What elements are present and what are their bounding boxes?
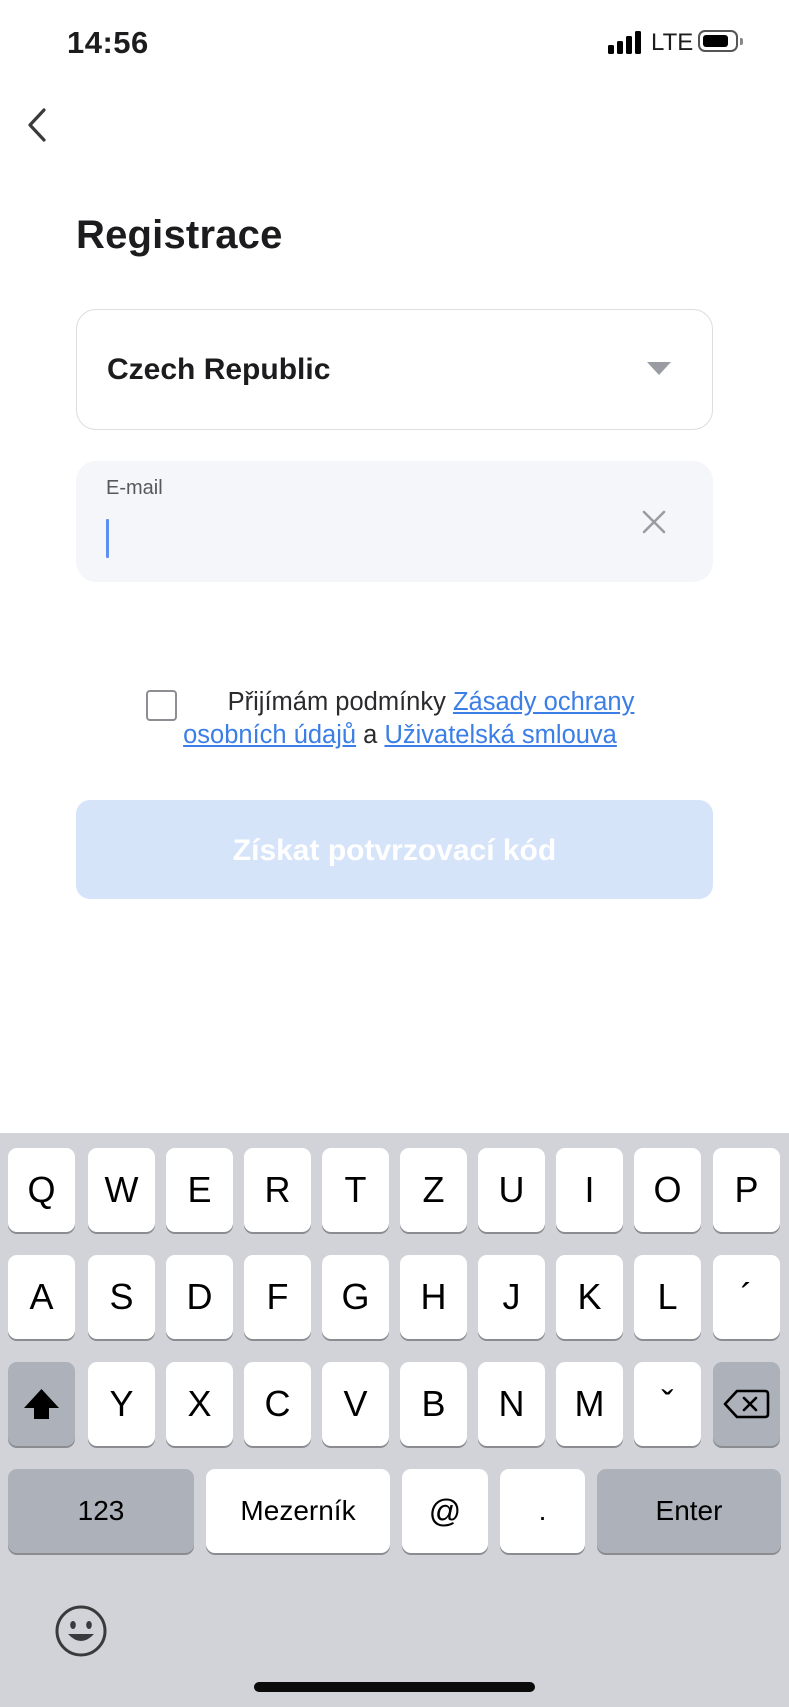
email-field-label: E-mail — [106, 477, 163, 499]
key-h[interactable]: H — [400, 1255, 467, 1339]
at-key[interactable]: @ — [402, 1469, 488, 1553]
key-x[interactable]: X — [166, 1362, 233, 1446]
country-select[interactable]: Czech Republic — [76, 309, 713, 430]
key-d[interactable]: D — [166, 1255, 233, 1339]
key-k[interactable]: K — [556, 1255, 623, 1339]
dot-key[interactable]: . — [500, 1469, 585, 1553]
key-n[interactable]: N — [478, 1362, 545, 1446]
key-c[interactable]: C — [244, 1362, 311, 1446]
key-e[interactable]: E — [166, 1148, 233, 1232]
key-p[interactable]: P — [713, 1148, 780, 1232]
text-cursor — [106, 519, 109, 558]
back-button[interactable] — [20, 100, 70, 150]
key-a[interactable]: A — [8, 1255, 75, 1339]
key-q[interactable]: Q — [8, 1148, 75, 1232]
battery-icon — [698, 30, 743, 52]
key-y[interactable]: Y — [88, 1362, 155, 1446]
email-input[interactable] — [106, 513, 626, 563]
country-select-value: Czech Republic — [107, 353, 331, 386]
page-title: Registrace — [76, 213, 283, 257]
close-icon — [642, 510, 666, 534]
caret-down-icon — [647, 362, 671, 375]
key-w[interactable]: W — [88, 1148, 155, 1232]
keyboard: Q W E R T Z U I O P A S D F G H J K L ´ … — [0, 1133, 789, 1707]
numbers-key[interactable]: 123 — [8, 1469, 194, 1553]
emoji-button[interactable] — [53, 1603, 109, 1659]
backspace-key[interactable] — [713, 1362, 780, 1446]
space-key[interactable]: Mezerník — [206, 1469, 390, 1553]
status-time: 14:56 — [67, 25, 149, 60]
key-s[interactable]: S — [88, 1255, 155, 1339]
key-m[interactable]: M — [556, 1362, 623, 1446]
status-bar: 14:56 LTE — [0, 0, 789, 90]
key-z[interactable]: Z — [400, 1148, 467, 1232]
key-r[interactable]: R — [244, 1148, 311, 1232]
key-o[interactable]: O — [634, 1148, 701, 1232]
terms-text: Přijímám podmínky Zásady ochrany osobníc… — [140, 686, 660, 752]
key-j[interactable]: J — [478, 1255, 545, 1339]
backspace-icon — [723, 1389, 770, 1419]
key-b[interactable]: B — [400, 1362, 467, 1446]
key-t[interactable]: T — [322, 1148, 389, 1232]
enter-key[interactable]: Enter — [597, 1469, 781, 1553]
user-agreement-link[interactable]: Uživatelská smlouva — [384, 721, 616, 749]
key-i[interactable]: I — [556, 1148, 623, 1232]
key-g[interactable]: G — [322, 1255, 389, 1339]
clear-button[interactable] — [636, 504, 672, 540]
terms-conjunction: a — [356, 721, 385, 749]
key-f[interactable]: F — [244, 1255, 311, 1339]
key-acute[interactable]: ´ — [713, 1255, 780, 1339]
key-u[interactable]: U — [478, 1148, 545, 1232]
email-field[interactable]: E-mail — [76, 461, 713, 582]
terms-prefix: Přijímám podmínky — [227, 688, 453, 716]
shift-icon — [24, 1389, 59, 1419]
chevron-left-icon — [28, 108, 46, 142]
signal-icon — [608, 30, 644, 54]
key-v[interactable]: V — [322, 1362, 389, 1446]
key-l[interactable]: L — [634, 1255, 701, 1339]
network-type: LTE — [651, 29, 694, 56]
home-indicator[interactable] — [254, 1682, 535, 1692]
shift-key[interactable] — [8, 1362, 75, 1446]
get-code-button[interactable]: Získat potvrzovací kód — [76, 800, 713, 899]
emoji-icon — [55, 1605, 107, 1657]
key-caron[interactable]: ˇ — [634, 1362, 701, 1446]
